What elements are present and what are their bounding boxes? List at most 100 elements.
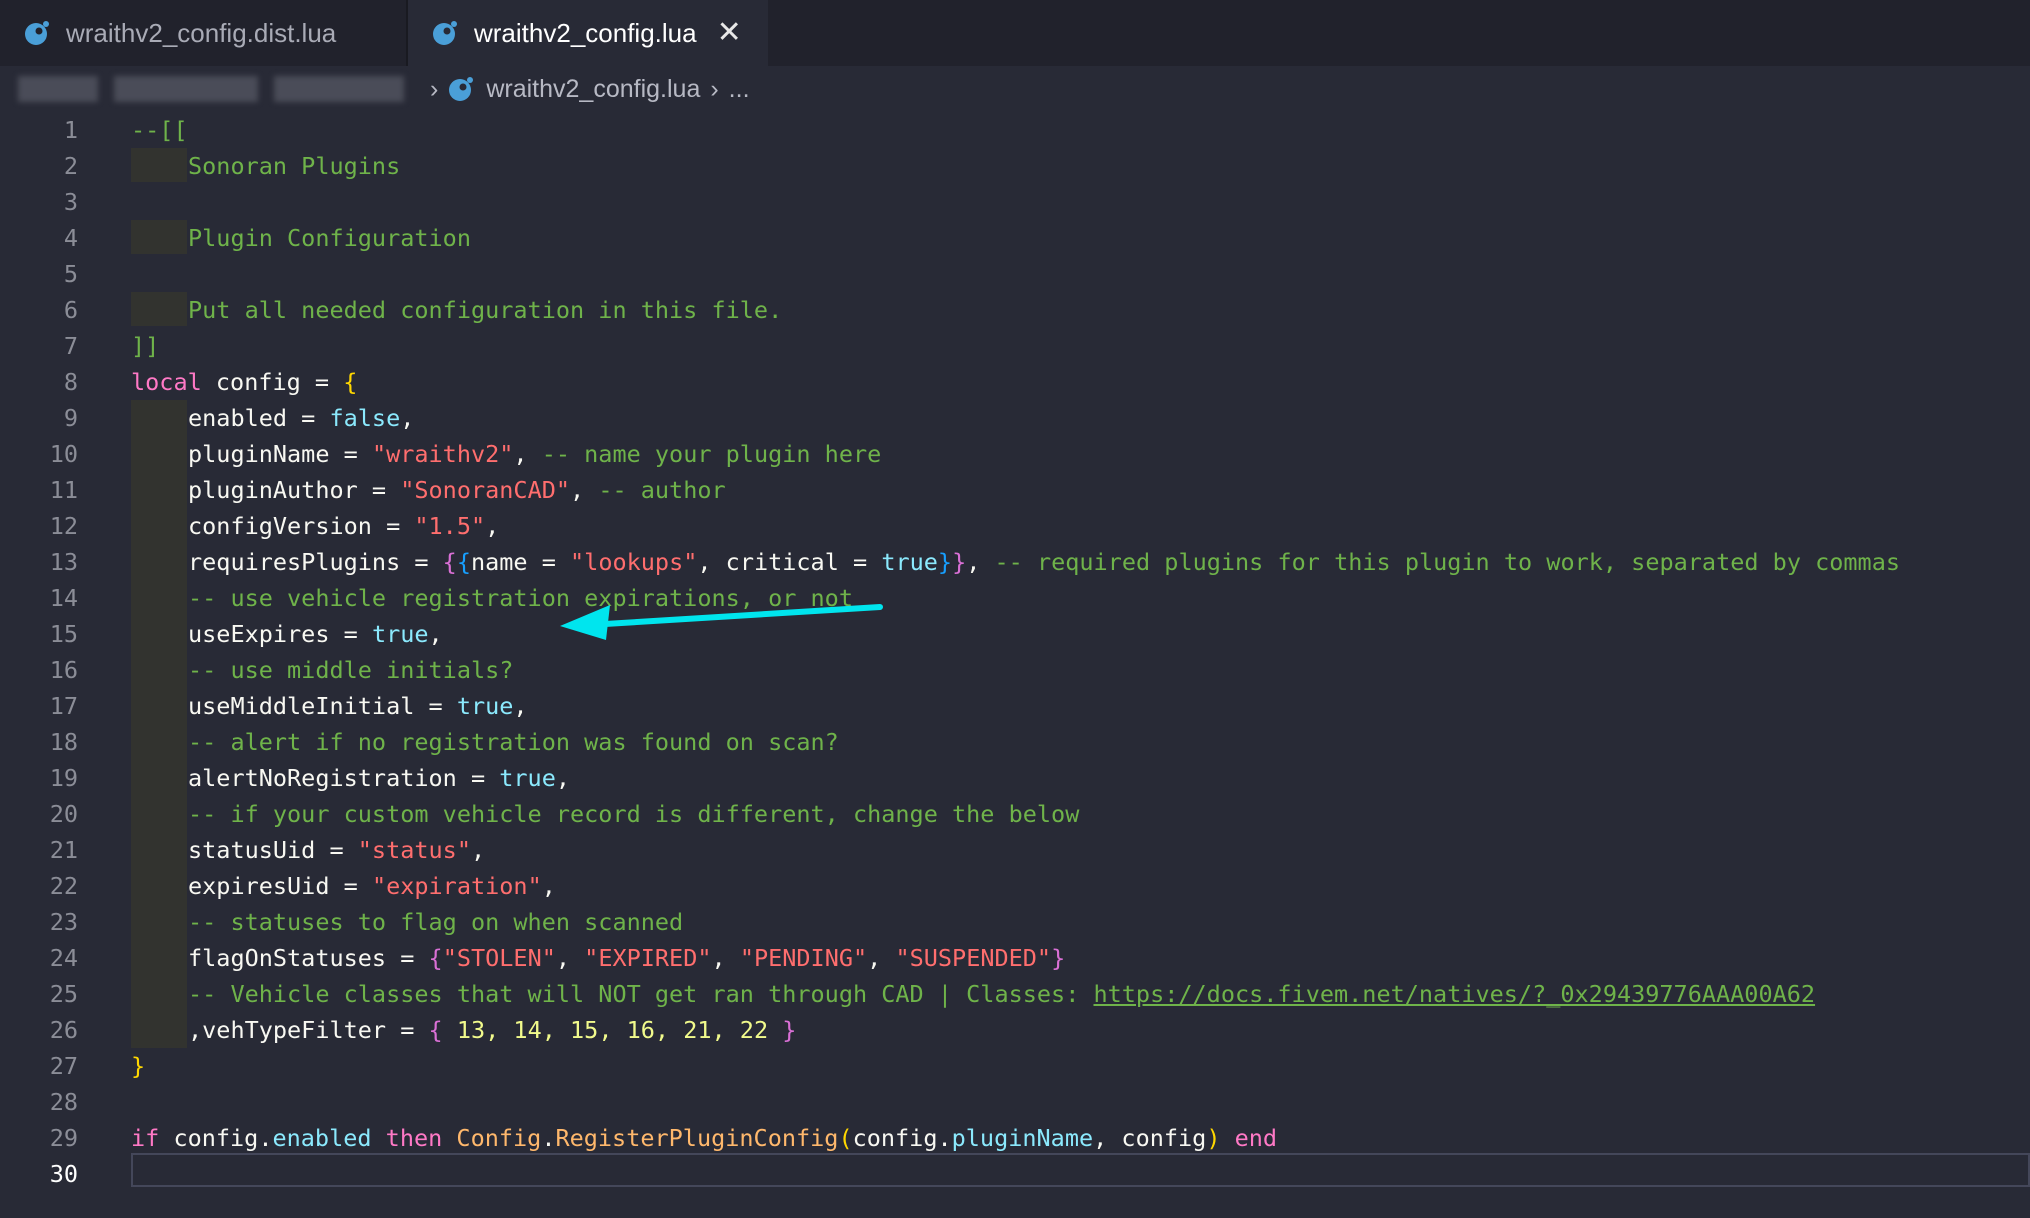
redacted-path-segment bbox=[274, 76, 404, 102]
code-comment: -- Vehicle classes that will NOT get ran… bbox=[188, 980, 1094, 1008]
line-number: 3 bbox=[63, 188, 78, 216]
code-line: 7]] bbox=[0, 328, 2030, 364]
line-number: 26 bbox=[49, 1016, 78, 1044]
tab-bar: wraithv2_config.dist.lua wraithv2_config… bbox=[0, 0, 2030, 66]
code-line: 28 bbox=[0, 1084, 2030, 1120]
code-line: 3 bbox=[0, 184, 2030, 220]
code-boolean: true bbox=[499, 764, 556, 792]
code-line: 18 -- alert if no registration was found … bbox=[0, 724, 2030, 760]
code-string: "wraithv2" bbox=[371, 440, 514, 468]
code-bracket: ( bbox=[838, 1124, 853, 1152]
line-number: 10 bbox=[49, 440, 78, 468]
line-number: 16 bbox=[49, 656, 78, 684]
line-number: 24 bbox=[49, 944, 78, 972]
code-comment: -- name your plugin here bbox=[541, 440, 882, 468]
code-string: "EXPIRED" bbox=[584, 944, 712, 972]
docs-link[interactable]: https://docs.fivem.net/natives/?_0x29439… bbox=[1093, 980, 1815, 1008]
code-property: enabled bbox=[272, 1124, 372, 1152]
code-comment: --[[ bbox=[131, 116, 188, 144]
code-function: RegisterPluginConfig bbox=[555, 1124, 839, 1152]
code-text: ,vehTypeFilter = bbox=[188, 1016, 429, 1044]
code-text: flagOnStatuses = bbox=[188, 944, 429, 972]
code-comment: ]] bbox=[131, 332, 160, 360]
code-line: 25 -- Vehicle classes that will NOT get r… bbox=[0, 976, 2030, 1012]
code-boolean: false bbox=[329, 404, 401, 432]
line-number: 15 bbox=[49, 620, 78, 648]
code-bracket: } bbox=[131, 1052, 146, 1080]
tab-config[interactable]: wraithv2_config.lua ✕ bbox=[408, 0, 768, 66]
lua-file-icon bbox=[433, 21, 457, 45]
line-number: 4 bbox=[63, 224, 78, 252]
breadcrumb-ellipsis[interactable]: ... bbox=[729, 75, 750, 104]
code-text: useExpires = bbox=[188, 620, 372, 648]
line-number: 5 bbox=[63, 260, 78, 288]
close-icon[interactable]: ✕ bbox=[717, 18, 742, 48]
code-text: . bbox=[541, 1124, 556, 1152]
line-number: 21 bbox=[49, 836, 78, 864]
code-comment: -- required plugins for this plugin to w… bbox=[994, 548, 1900, 576]
code-bracket: } bbox=[937, 548, 953, 576]
code-line: 27} bbox=[0, 1048, 2030, 1084]
line-number: 6 bbox=[63, 296, 78, 324]
code-keyword: local bbox=[131, 368, 202, 396]
code-boolean: true bbox=[456, 692, 514, 720]
code-keyword: then bbox=[371, 1124, 457, 1152]
code-text: name = bbox=[470, 548, 571, 576]
code-text: config. bbox=[159, 1124, 273, 1152]
code-number: 13, 14, 15, 16, 21, 22 bbox=[442, 1016, 783, 1044]
line-number: 28 bbox=[49, 1088, 78, 1116]
code-text: , bbox=[485, 512, 500, 540]
line-number: 17 bbox=[49, 692, 78, 720]
code-line: 20 -- if your custom vehicle record is di… bbox=[0, 796, 2030, 832]
code-comment: -- use middle initials? bbox=[188, 656, 514, 684]
code-text: pluginName = bbox=[188, 440, 372, 468]
code-text: , bbox=[400, 404, 415, 432]
code-line: 23 -- statuses to flag on when scanned bbox=[0, 904, 2030, 940]
code-line: 13 requiresPlugins = {{name = "lookups", … bbox=[0, 544, 2030, 580]
code-text: statusUid = bbox=[188, 836, 358, 864]
code-boolean: true bbox=[371, 620, 429, 648]
code-text: requiresPlugins = bbox=[188, 548, 443, 576]
code-line: 21 statusUid = "status", bbox=[0, 832, 2030, 868]
redacted-path-segment bbox=[18, 76, 98, 102]
tab-config-dist[interactable]: wraithv2_config.dist.lua bbox=[0, 0, 408, 66]
code-bracket: } bbox=[952, 548, 967, 576]
code-line: 1 --[[ bbox=[0, 112, 2030, 148]
code-string: "SonoranCAD" bbox=[400, 476, 571, 504]
line-number: 9 bbox=[63, 404, 78, 432]
code-text: , bbox=[570, 476, 599, 504]
code-class: Config bbox=[456, 1124, 542, 1152]
code-text: , bbox=[555, 944, 585, 972]
code-line: 12 configVersion = "1.5", bbox=[0, 508, 2030, 544]
code-line: 16 -- use middle initials? bbox=[0, 652, 2030, 688]
code-line: 22 expiresUid = "expiration", bbox=[0, 868, 2030, 904]
line-number: 14 bbox=[49, 584, 78, 612]
line-number: 8 bbox=[63, 368, 78, 396]
breadcrumb-file[interactable]: wraithv2_config.lua bbox=[486, 75, 700, 104]
code-bracket: { bbox=[428, 944, 443, 972]
code-editor[interactable]: 1 --[[ 2 Sonoran Plugins 3 4 Plugin Configu… bbox=[0, 110, 2030, 1218]
code-line: 2 Sonoran Plugins bbox=[0, 148, 2030, 184]
chevron-right-icon: › bbox=[710, 74, 719, 103]
code-bracket: } bbox=[782, 1016, 797, 1044]
code-string: "expiration" bbox=[371, 872, 542, 900]
code-text: , config bbox=[1093, 1124, 1207, 1152]
code-string: "lookups" bbox=[570, 548, 698, 576]
code-text: , bbox=[555, 764, 571, 792]
line-number: 25 bbox=[49, 980, 78, 1008]
code-text: , bbox=[966, 548, 995, 576]
code-comment: Plugin Configuration bbox=[188, 224, 471, 252]
redacted-path-segment bbox=[114, 76, 258, 102]
code-string: "STOLEN" bbox=[442, 944, 556, 972]
line-number: 23 bbox=[49, 908, 78, 936]
line-number: 1 bbox=[63, 116, 78, 144]
code-boolean: true bbox=[881, 548, 938, 576]
code-text: , bbox=[513, 440, 542, 468]
code-comment: Sonoran Plugins bbox=[188, 152, 401, 180]
line-number: 20 bbox=[49, 800, 78, 828]
line-number: 2 bbox=[63, 152, 78, 180]
tab-label: wraithv2_config.dist.lua bbox=[66, 17, 337, 48]
line-number: 18 bbox=[49, 728, 78, 756]
line-number: 11 bbox=[49, 476, 78, 504]
code-comment: -- alert if no registration was found on… bbox=[188, 728, 839, 756]
